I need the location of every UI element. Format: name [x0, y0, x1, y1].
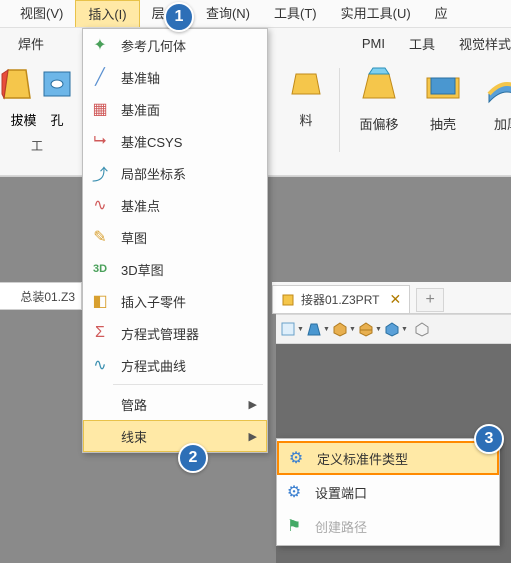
menu-tools[interactable]: 工具(T): [262, 0, 329, 27]
view-toolbar: ▼ ▼ ▼ ▼ ▼: [276, 314, 511, 344]
thicken-label: 加厚: [494, 114, 511, 133]
plane-icon: ▦: [89, 98, 111, 120]
ribbon-separator: [339, 68, 340, 152]
menu-separator: [113, 384, 263, 385]
material-label: 料: [299, 110, 312, 129]
callout-2: 2: [178, 443, 208, 473]
csys-icon: ⮡: [89, 130, 111, 152]
ribbon-tab-tools[interactable]: 工具: [409, 34, 435, 53]
harness-submenu: ⚙ 定义标准件类型 ⚙ 设置端口 ⚑ 创建路径: [276, 438, 500, 546]
face-offset-icon[interactable]: [357, 64, 401, 108]
menu-datum-plane[interactable]: ▦基准面: [83, 93, 267, 125]
menu-datum-csys[interactable]: ⮡基准CSYS: [83, 125, 267, 157]
subpart-icon: ◧: [89, 290, 111, 312]
doc-tabs: 接器01.Z3PRT ✕ +: [272, 282, 511, 314]
doc-icon: [281, 293, 295, 307]
doc-tab-left-label: 总装01.Z3: [20, 288, 75, 305]
view-btn-1[interactable]: ▼: [280, 318, 304, 340]
path-icon: ⚑: [283, 515, 305, 537]
doc-tab-label: 接器01.Z3PRT: [301, 291, 379, 308]
port-icon: ⚙: [283, 481, 305, 503]
sigma-icon: Σ: [89, 322, 111, 344]
axis-icon: ╱: [89, 66, 111, 88]
close-icon[interactable]: ✕: [389, 291, 401, 308]
view-btn-2[interactable]: ▼: [306, 318, 330, 340]
menu-datum-axis[interactable]: ╱基准轴: [83, 61, 267, 93]
menu-harness[interactable]: 线束▶: [83, 420, 267, 452]
hole-icon[interactable]: [40, 64, 74, 102]
doc-tab-active[interactable]: 接器01.Z3PRT ✕: [272, 285, 410, 313]
face-offset-label: 面偏移: [359, 114, 398, 133]
menu-app[interactable]: 应: [423, 0, 460, 27]
local-csys-icon: ⤴: [89, 162, 111, 184]
new-tab-button[interactable]: +: [416, 288, 444, 312]
menubar: 视图(V) 插入(I) 层(A) 查询(N) 工具(T) 实用工具(U) 应: [0, 0, 511, 28]
doc-tab-left[interactable]: 总装01.Z3: [0, 282, 82, 310]
menu-datum-point[interactable]: ∿基准点: [83, 189, 267, 221]
ref-geom-icon: ✦: [89, 34, 111, 56]
draft-label[interactable]: 拔模: [10, 110, 36, 129]
left-panel-gray: [0, 310, 82, 563]
callout-3: 3: [474, 424, 504, 454]
sketch-icon: ✎: [89, 226, 111, 248]
ribbon-small-label: 工: [31, 137, 43, 154]
point-icon: ∿: [89, 194, 111, 216]
menu-local-csys[interactable]: ⤴局部坐标系: [83, 157, 267, 189]
submenu-set-port[interactable]: ⚙ 设置端口: [277, 475, 499, 509]
submenu-create-path[interactable]: ⚑ 创建路径: [277, 509, 499, 543]
shell-icon[interactable]: [421, 64, 465, 108]
menu-equation-mgr[interactable]: Σ方程式管理器: [83, 317, 267, 349]
menu-equation-curve[interactable]: ∿方程式曲线: [83, 349, 267, 381]
ribbon-tab-weld[interactable]: 焊件: [18, 34, 44, 53]
view-btn-6[interactable]: [410, 318, 434, 340]
view-btn-4[interactable]: ▼: [358, 318, 382, 340]
view-btn-3[interactable]: ▼: [332, 318, 356, 340]
menu-query[interactable]: 查询(N): [194, 0, 262, 27]
callout-1: 1: [164, 2, 194, 32]
hole-label[interactable]: 孔: [51, 110, 64, 129]
menu-insert[interactable]: 插入(I): [75, 0, 139, 27]
chevron-right-icon: ▶: [249, 430, 257, 443]
menu-piping[interactable]: 管路▶: [83, 388, 267, 420]
thicken-icon[interactable]: [485, 64, 511, 108]
menu-insert-subpart[interactable]: ◧插入子零件: [83, 285, 267, 317]
menu-sketch[interactable]: ✎草图: [83, 221, 267, 253]
sketch3d-icon: 3D: [89, 258, 111, 280]
menu-utilities[interactable]: 实用工具(U): [329, 0, 423, 27]
menu-view[interactable]: 视图(V): [8, 0, 75, 27]
gear-blue-icon: ⚙: [285, 447, 307, 469]
menu-ref-geometry[interactable]: ✦参考几何体: [83, 29, 267, 61]
shell-label: 抽壳: [430, 114, 456, 133]
material-icon[interactable]: [286, 64, 326, 104]
view-btn-5[interactable]: ▼: [384, 318, 408, 340]
chevron-right-icon: ▶: [249, 398, 257, 411]
menu-3d-sketch[interactable]: 3D3D草图: [83, 253, 267, 285]
insert-menu: ✦参考几何体 ╱基准轴 ▦基准面 ⮡基准CSYS ⤴局部坐标系 ∿基准点 ✎草图…: [82, 28, 268, 453]
curve-icon: ∿: [89, 354, 111, 376]
ribbon-tab-pmi[interactable]: PMI: [362, 36, 385, 51]
submenu-define-standard[interactable]: ⚙ 定义标准件类型: [277, 441, 499, 475]
ribbon-tab-visual[interactable]: 视觉样式: [459, 34, 511, 53]
draft-icon[interactable]: [0, 64, 34, 102]
